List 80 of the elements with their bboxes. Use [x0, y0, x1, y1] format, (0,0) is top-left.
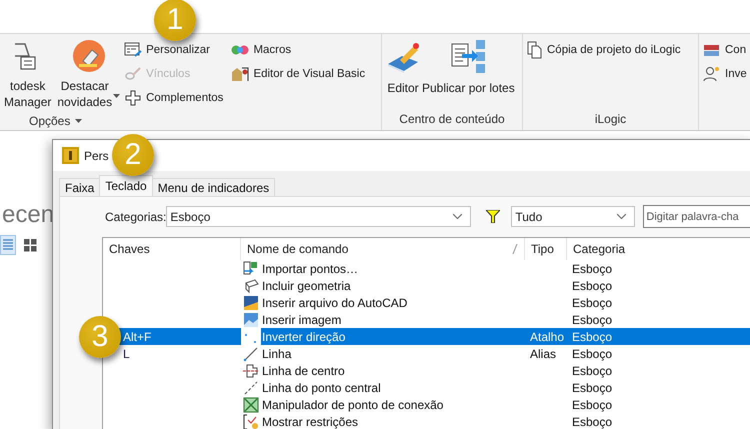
ribbon-button[interactable]: todesk Manager [3, 38, 52, 112]
copy-icon [527, 41, 543, 59]
panel-title: Centro de conteúdo [399, 112, 505, 126]
ribbon-small-button[interactable]: Con [702, 40, 748, 60]
table-cell[interactable]: Inverter direção [261, 328, 525, 345]
callout-badge: 1 [154, 0, 196, 41]
ribbon-small-button[interactable]: Personalizar [123, 40, 224, 60]
search-field[interactable]: Digitar palavra-cha [643, 205, 750, 228]
table-cell[interactable]: Inserir imagem [261, 311, 525, 328]
geometry-icon [243, 278, 259, 294]
table-cell[interactable]: Inserir arquivo do AutoCAD [261, 294, 525, 311]
list-icon [2, 238, 14, 252]
constraints-icon [243, 414, 259, 429]
tab[interactable]: Menu de indicadores [152, 178, 276, 196]
tab[interactable]: Faixa [59, 178, 100, 196]
table-cell: Atalho [525, 328, 567, 345]
table-cell[interactable]: Manipulador de ponto de conexão [261, 396, 525, 413]
ribbon-button[interactable]: Publicar por lotes [421, 38, 516, 98]
table-cell[interactable]: Mostrar restrições [261, 413, 525, 429]
publish-icon [450, 40, 486, 74]
section-heading: ecen [2, 201, 54, 229]
book-pencil-icon [386, 40, 420, 74]
dropdown-caret-icon [113, 94, 120, 98]
import-icon [243, 260, 259, 276]
table-cell-text: Alias [529, 346, 558, 362]
table-cell[interactable]: Incluir geometria [261, 277, 525, 294]
chevron-icon [617, 214, 626, 219]
person-icon [703, 66, 721, 82]
table-cell-text: Esboço [571, 380, 614, 396]
grid-icon [24, 238, 36, 252]
highlighter-icon [72, 40, 105, 72]
table-cell[interactable]: Linha de centro [261, 362, 525, 379]
categories-label: Categorias: [105, 210, 166, 224]
ribbon-button[interactable]: Destacar novidades [56, 38, 122, 112]
table-cell-text: Esboço [571, 260, 614, 277]
table-cell[interactable]: Linha do ponto central [261, 379, 525, 396]
customize-icon [124, 42, 142, 58]
filter-icon[interactable] [486, 210, 500, 223]
ribbon-small-button[interactable]: Editor de Visual Basic [230, 64, 366, 84]
image-icon [243, 312, 259, 328]
table-cell-text: Esboço [571, 396, 614, 413]
table-cell[interactable]: Importar pontos… [261, 260, 525, 277]
list-view-button[interactable] [0, 235, 16, 255]
plus-icon [124, 90, 142, 106]
ribbon-small-button[interactable]: Inve [702, 64, 748, 84]
window-title: Pers [84, 148, 109, 162]
panel-title: Opções [29, 114, 70, 128]
books-icon [703, 42, 721, 58]
table-cell-text: Esboço [571, 346, 614, 362]
ribbon-small-button[interactable]: Cópia de projeto do iLogic [526, 40, 682, 60]
type-dropdown[interactable]: Tudo [511, 206, 636, 227]
sort-icon [512, 244, 518, 254]
ribbon-small-button[interactable]: Macros [230, 40, 366, 60]
column-header[interactable]: Categoria [567, 238, 750, 260]
link-icon [124, 66, 142, 82]
panel-title: iLogic [594, 112, 626, 126]
table-cell-text: L [122, 346, 131, 362]
ribbon-button[interactable]: Editor [385, 38, 421, 98]
table-cell-text: Esboço [571, 312, 614, 328]
chevron-icon [453, 214, 462, 219]
tab[interactable]: Teclado [99, 175, 153, 196]
centerline-icon [243, 362, 259, 378]
file-icon [243, 294, 259, 310]
column-header[interactable]: Nome de comando [241, 238, 525, 260]
table-cell-text: Esboço [571, 278, 614, 294]
table-cell-text: Esboço [571, 362, 614, 379]
line-icon [243, 346, 259, 362]
dashed-line-icon [243, 380, 259, 396]
app-icon [62, 147, 79, 164]
column-header[interactable]: Chaves [103, 238, 241, 260]
table-cell-text: Esboço [571, 414, 614, 429]
column-header[interactable]: Tipo [525, 238, 567, 260]
categories-dropdown[interactable]: Esboço [166, 206, 472, 227]
table-cell: Esboço [567, 328, 750, 345]
table-cell[interactable]: Linha [261, 345, 525, 362]
code-editor-icon [231, 66, 250, 82]
panel-menu-caret-icon [75, 119, 82, 123]
connection-icon [243, 396, 259, 412]
table-cell-text: Esboço [571, 294, 614, 311]
ribbon-small-button[interactable]: Complementos [123, 88, 224, 108]
